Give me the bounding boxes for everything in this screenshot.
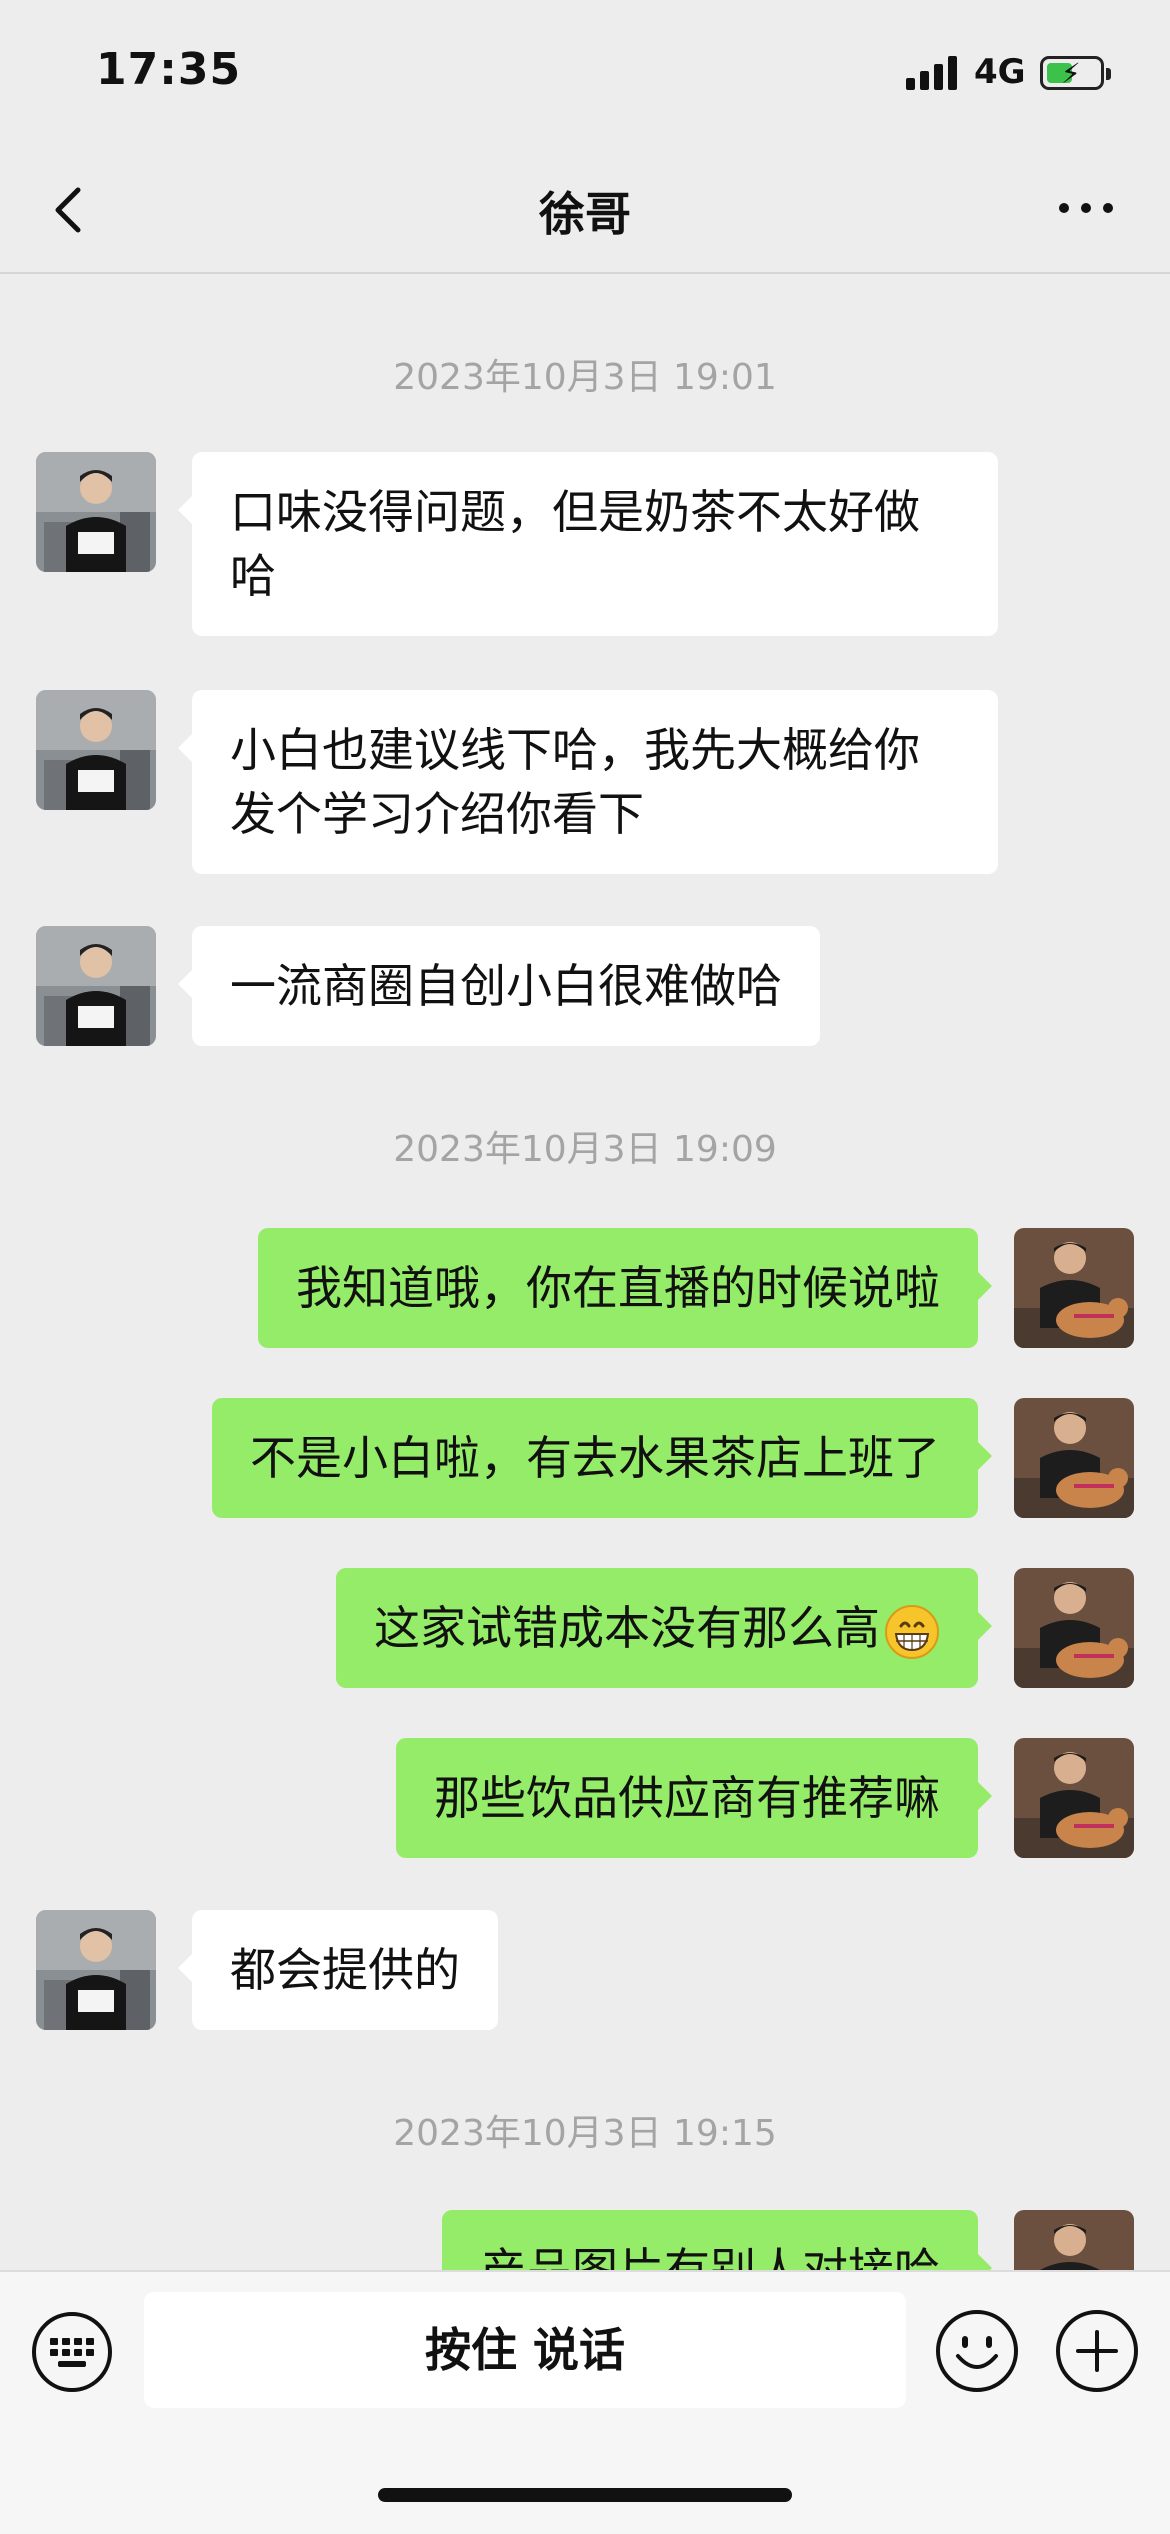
person-with-dog-photo-icon — [1014, 2210, 1134, 2270]
charging-icon: ⚡ — [1061, 57, 1081, 90]
message-bubble-received[interactable]: 一流商圈自创小白很难做哈 — [178, 926, 820, 1046]
message-bubble-sent[interactable]: 不是小白啦，有去水果茶店上班了 — [212, 1398, 992, 1518]
hold-to-talk-button[interactable]: 按住 说话 — [144, 2292, 906, 2408]
chat-header: 徐哥 — [0, 150, 1170, 274]
person-photo-icon — [36, 1910, 156, 2030]
message-text: 这家试错成本没有那么高 — [374, 1601, 880, 1655]
contact-avatar[interactable] — [36, 452, 156, 572]
message-timestamp: 2023年10月3日 19:09 — [393, 1129, 777, 1170]
contact-name: 徐哥 — [539, 187, 631, 241]
my-avatar[interactable] — [1014, 1738, 1134, 1858]
message-bubble-received[interactable]: 小白也建议线下哈，我先大概给你发个学习介绍你看下 — [178, 690, 998, 874]
my-avatar[interactable] — [1014, 1398, 1134, 1518]
person-photo-icon — [36, 452, 156, 572]
my-avatar[interactable] — [1014, 2210, 1134, 2270]
person-with-dog-photo-icon — [1014, 1398, 1134, 1518]
contact-avatar[interactable] — [36, 926, 156, 1046]
message-bubble-sent[interactable]: 我知道哦，你在直播的时候说啦 — [258, 1228, 992, 1348]
person-with-dog-photo-icon — [1014, 1738, 1134, 1858]
person-with-dog-photo-icon — [1014, 1228, 1134, 1348]
message-bubble-received[interactable]: 都会提供的 — [178, 1910, 498, 2030]
message-bubble-received[interactable]: 口味没得问题，但是奶茶不太好做哈 — [178, 452, 998, 636]
message-bubble-sent[interactable]: 那些饮品供应商有推荐嘛 — [396, 1738, 992, 1858]
person-with-dog-photo-icon — [1014, 1568, 1134, 1688]
status-bar: 17:35 4G ⚡ — [0, 0, 1170, 150]
message-bubble-sent[interactable]: 这家试错成本没有那么高 — [336, 1568, 992, 1688]
message-timestamp: 2023年10月3日 19:15 — [393, 2113, 777, 2154]
contact-avatar[interactable] — [36, 690, 156, 810]
person-photo-icon — [36, 690, 156, 810]
grinning-face-emoji-icon — [885, 1604, 939, 1659]
person-photo-icon — [36, 926, 156, 1046]
home-indicator — [378, 2488, 792, 2502]
message-list[interactable]: 2023年10月3日 19:01 口味没得问题，但是奶茶不太好做哈 小白也建议线… — [0, 274, 1170, 2270]
battery-icon: ⚡ — [1040, 56, 1111, 90]
my-avatar[interactable] — [1014, 1228, 1134, 1348]
message-bubble-sent[interactable]: 产品图片有别人对接哈 — [442, 2210, 992, 2270]
more-options-icon[interactable] — [1056, 198, 1116, 218]
keyboard-icon[interactable] — [30, 2310, 114, 2394]
my-avatar[interactable] — [1014, 1568, 1134, 1688]
smile-icon[interactable] — [934, 2308, 1020, 2394]
network-type: 4G — [974, 52, 1026, 92]
status-time: 17:35 — [96, 44, 242, 95]
message-timestamp: 2023年10月3日 19:01 — [393, 357, 777, 398]
plus-icon[interactable] — [1054, 2308, 1140, 2394]
signal-icon — [906, 56, 958, 90]
contact-avatar[interactable] — [36, 1910, 156, 2030]
